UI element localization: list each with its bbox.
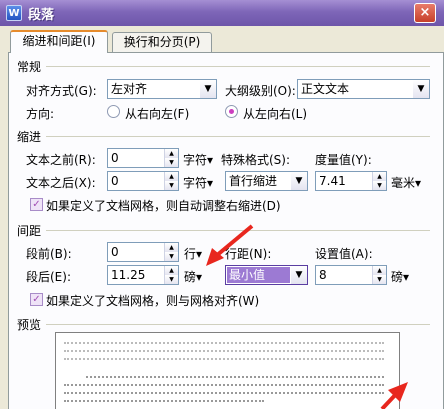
paragraph-dialog: W 段落 × 缩进和间距(I) 换行和分页(P) 常规 对齐方式(G): 左对齐…	[0, 0, 444, 409]
arrow-to-preview	[380, 382, 408, 409]
tab-indent-spacing-label: 缩进和间距(I)	[22, 34, 96, 48]
tab-indent-spacing[interactable]: 缩进和间距(I)	[10, 30, 108, 53]
arrow-to-line-spacing	[206, 224, 254, 266]
annotation-arrows	[206, 224, 408, 409]
